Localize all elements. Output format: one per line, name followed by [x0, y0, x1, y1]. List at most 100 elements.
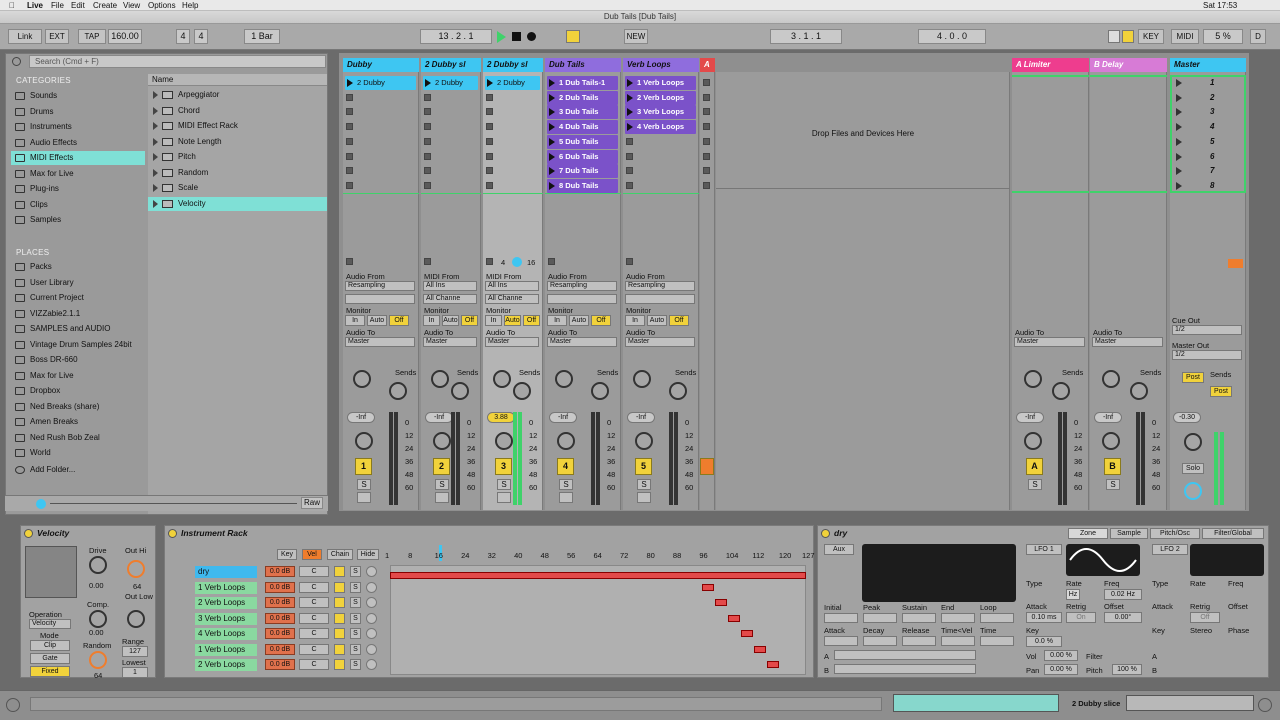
input-source-select[interactable]: Resampling — [625, 281, 695, 291]
env-param-field[interactable] — [980, 636, 1014, 646]
solo-button[interactable]: S — [1106, 479, 1120, 490]
env-param-field[interactable] — [863, 636, 897, 646]
rack-vel-button[interactable]: Vel — [302, 549, 322, 560]
track-volume[interactable]: -Inf — [347, 412, 375, 423]
chain-pan[interactable]: C — [299, 659, 329, 670]
category-drums[interactable]: Drums — [11, 105, 145, 119]
clip-play-icon[interactable] — [425, 79, 431, 87]
send-b-knob[interactable] — [451, 382, 469, 400]
track-volume[interactable]: -Inf — [627, 412, 655, 423]
expand-triangle-icon[interactable] — [153, 184, 158, 192]
track-activator[interactable]: 1 — [355, 458, 372, 475]
track-header[interactable]: 2 Dubby sl — [421, 58, 481, 72]
stop-all-icon[interactable] — [626, 258, 633, 265]
expand-triangle-icon[interactable] — [153, 106, 158, 115]
empty-slot-stop-icon[interactable] — [424, 181, 431, 189]
chain-name[interactable]: 2 Verb Loops — [195, 659, 257, 671]
chain-solo[interactable]: S — [350, 612, 361, 624]
d-button[interactable]: D — [1250, 29, 1266, 44]
clip-slot[interactable]: 2 Dub Tails — [547, 90, 618, 105]
play-icon[interactable] — [497, 31, 506, 43]
output-select[interactable]: Master — [1092, 337, 1163, 347]
rack-hide-button[interactable]: Hide — [357, 549, 379, 560]
chain-name[interactable]: 3 Verb Loops — [195, 612, 257, 625]
expand-triangle-icon[interactable] — [153, 168, 158, 177]
scene-launch[interactable]: 2 — [1174, 91, 1242, 105]
empty-slot-stop-icon[interactable] — [486, 181, 493, 189]
pan-knob[interactable] — [495, 432, 513, 450]
clip-slot[interactable]: 1 Dub Tails-1 — [547, 76, 618, 90]
output-select[interactable]: Master — [345, 337, 415, 347]
midi-map-button[interactable]: MIDI — [1171, 29, 1199, 44]
preview-icon[interactable] — [36, 499, 46, 509]
monitor-in-button[interactable]: In — [547, 315, 567, 326]
search-input[interactable]: Search (Cmd + F) — [29, 55, 326, 68]
scene-launch[interactable]: 6 — [1174, 150, 1242, 164]
clip-play-icon[interactable] — [549, 108, 555, 117]
mod-b-select[interactable] — [834, 664, 976, 674]
empty-slot-stop-icon[interactable] — [703, 79, 710, 86]
chain-activator[interactable] — [334, 659, 345, 670]
place-item[interactable]: Dropbox — [11, 384, 145, 398]
empty-slot-stop-icon[interactable] — [486, 167, 493, 175]
empty-slot-stop-icon[interactable] — [424, 167, 431, 175]
search-icon[interactable] — [12, 57, 21, 66]
empty-slot-stop-icon[interactable] — [346, 167, 353, 175]
clip-play-icon[interactable] — [627, 93, 633, 102]
lfo2-retrig-button[interactable]: Off — [1190, 612, 1220, 623]
empty-slot-stop-icon[interactable] — [346, 181, 353, 189]
chain-hotswap-icon[interactable] — [366, 597, 377, 608]
chain-activator[interactable] — [334, 566, 345, 577]
link-button[interactable]: Link — [8, 29, 42, 44]
track-header[interactable]: Dub Tails — [545, 58, 621, 72]
tap-button[interactable]: TAP — [78, 29, 106, 44]
send-a-knob[interactable] — [1024, 370, 1042, 388]
place-item[interactable]: Current Project — [11, 291, 145, 305]
track-activator[interactable] — [700, 458, 714, 475]
input-channel-select[interactable]: All Channe — [485, 294, 539, 304]
clip-slot[interactable]: 2 Dubby — [485, 76, 540, 90]
zone-dry[interactable] — [390, 572, 806, 579]
expand-triangle-icon[interactable] — [153, 137, 158, 146]
input-channel-select[interactable] — [547, 294, 617, 304]
file-item[interactable]: Velocity — [148, 196, 327, 211]
category-midi-effects[interactable]: MIDI Effects — [11, 151, 145, 165]
place-item[interactable]: Max for Live — [11, 369, 145, 383]
pan-knob[interactable] — [1102, 432, 1120, 450]
scene-play-icon[interactable] — [1176, 167, 1182, 176]
scene-play-icon[interactable] — [1176, 108, 1182, 117]
random-knob[interactable] — [89, 651, 107, 669]
chain-solo[interactable]: S — [350, 659, 361, 670]
loop-length[interactable]: 4 . 0 . 0 — [918, 29, 986, 44]
place-item[interactable]: World — [11, 446, 145, 460]
env-param-field[interactable] — [941, 613, 975, 623]
track-header[interactable]: Verb Loops — [623, 58, 699, 72]
zone-3[interactable] — [728, 615, 740, 622]
lfo1-offset-field[interactable]: 0.00° — [1104, 612, 1142, 623]
velocity-zone-editor[interactable] — [390, 565, 806, 675]
tab-filter-global[interactable]: Filter/Global — [1202, 528, 1264, 539]
stop-icon[interactable] — [512, 32, 521, 41]
track-activator[interactable]: 2 — [433, 458, 450, 475]
expand-triangle-icon[interactable] — [153, 153, 158, 161]
scene-play-icon[interactable] — [1176, 137, 1182, 146]
place-item[interactable]: Boss DR-660 — [11, 353, 145, 367]
send-a-knob[interactable] — [353, 370, 371, 388]
mod-a-select[interactable] — [834, 650, 976, 660]
output-select[interactable]: Master — [423, 337, 477, 347]
empty-slot-stop-icon[interactable] — [626, 181, 633, 189]
chain-hotswap-icon[interactable] — [366, 659, 377, 670]
output-select[interactable]: Master — [485, 337, 539, 347]
input-channel-select[interactable]: All Channe — [423, 294, 477, 304]
arm-button[interactable] — [559, 492, 573, 503]
clip-slot[interactable]: 2 Dubby — [423, 76, 478, 90]
key-map-button[interactable]: KEY — [1138, 29, 1164, 44]
chain-volume[interactable]: 0.0 dB — [265, 597, 295, 608]
add-folder-button[interactable]: Add Folder... — [11, 463, 145, 477]
empty-slot-stop-icon[interactable] — [424, 137, 431, 145]
file-item[interactable]: Arpeggiator — [148, 88, 327, 102]
chain-hotswap-icon[interactable] — [366, 612, 377, 624]
master-out-select[interactable]: 1/2 — [1172, 350, 1242, 360]
monitor-auto-button[interactable]: Auto — [442, 315, 459, 326]
vol-field[interactable]: 0.00 % — [1044, 650, 1078, 661]
